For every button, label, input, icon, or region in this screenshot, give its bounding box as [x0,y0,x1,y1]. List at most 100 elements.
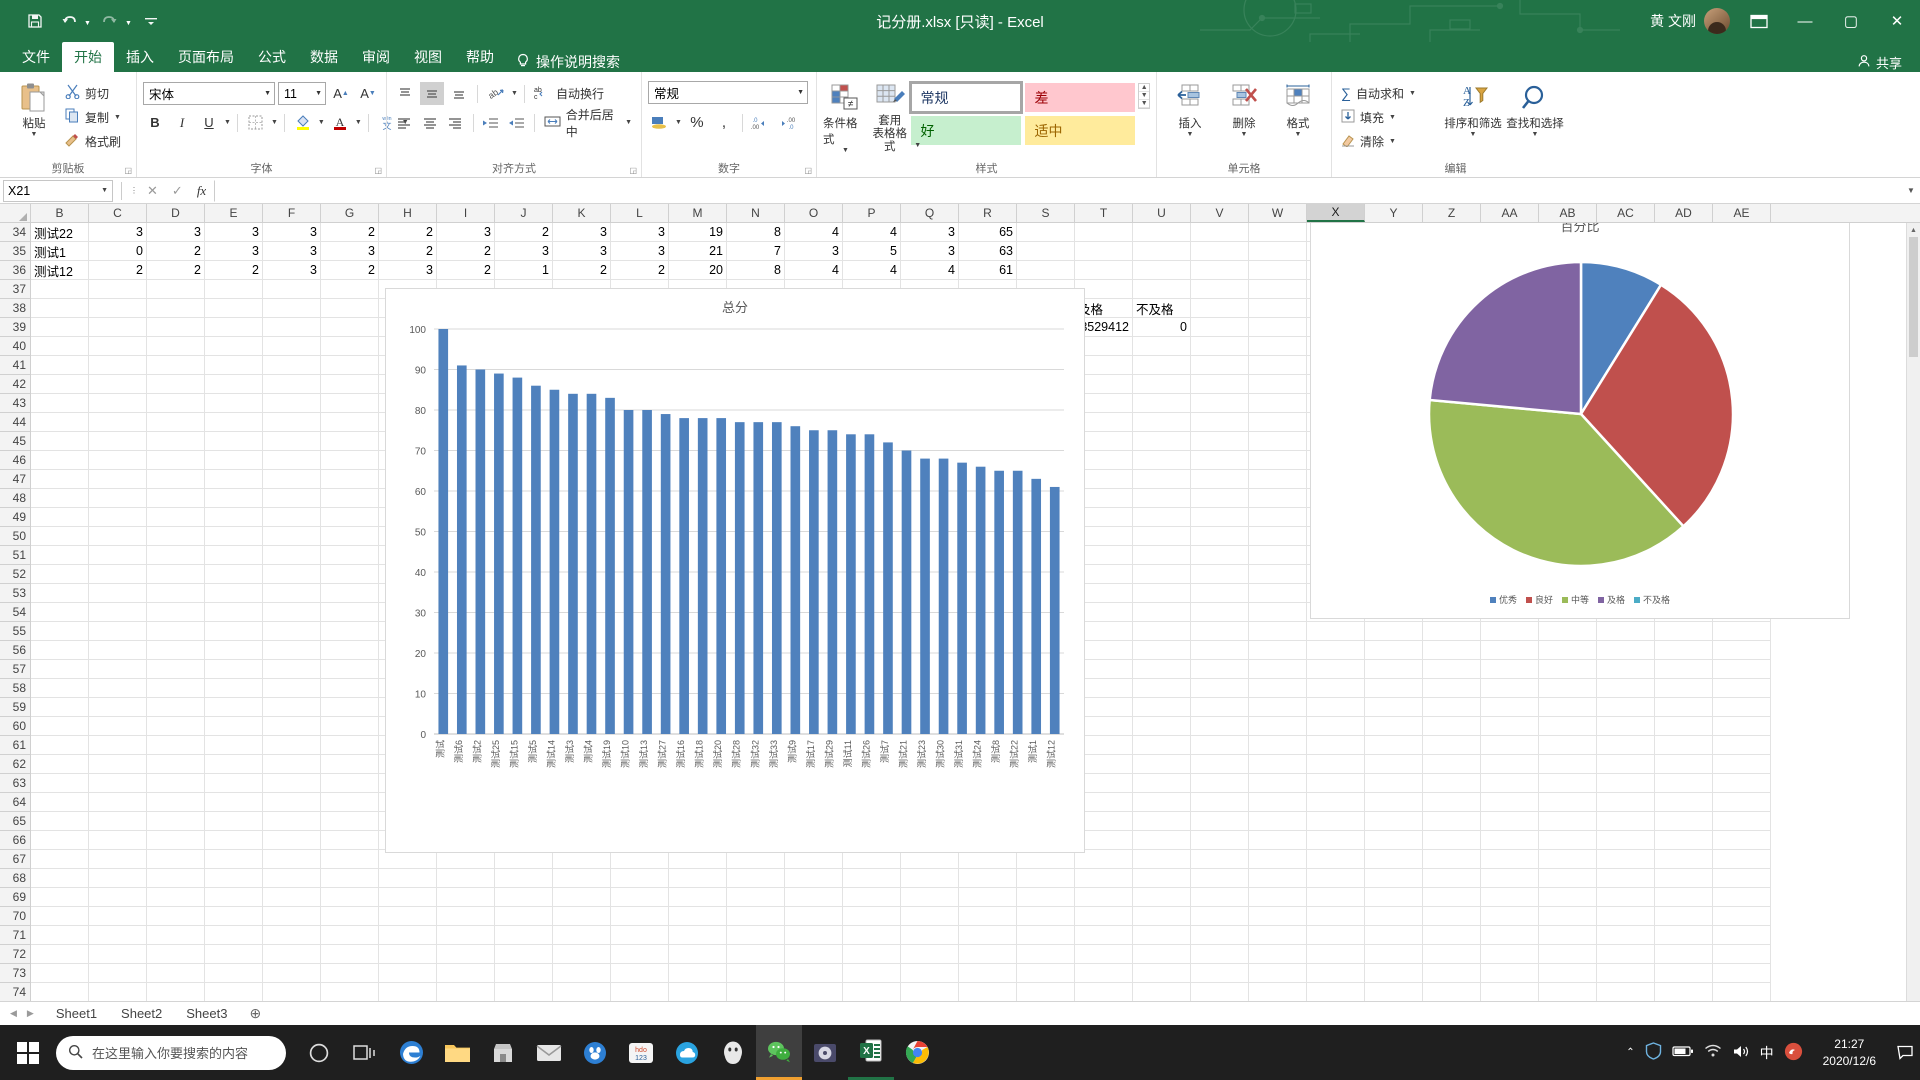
cell-X63[interactable] [1307,774,1365,793]
cell-AB56[interactable] [1539,641,1597,660]
cell-H34[interactable]: 2 [379,223,437,242]
row-header-38[interactable]: 38 [0,299,30,318]
column-header-aa[interactable]: AA [1481,204,1539,222]
cell-O69[interactable] [785,888,843,907]
cell-G63[interactable] [321,774,379,793]
cell-H74[interactable] [379,983,437,1002]
cell-W50[interactable] [1249,527,1307,546]
cell-F72[interactable] [263,945,321,964]
cell-E64[interactable] [205,793,263,812]
row-header-74[interactable]: 74 [0,983,30,1002]
cell-C63[interactable] [89,774,147,793]
column-header-s[interactable]: S [1017,204,1075,222]
row-header-70[interactable]: 70 [0,907,30,926]
cell-T34[interactable] [1075,223,1133,242]
scroll-thumb[interactable] [1909,237,1918,357]
cell-B38[interactable] [31,299,89,318]
excel-icon[interactable]: X [848,1025,894,1080]
cell-C40[interactable] [89,337,147,356]
cell-style-neutral[interactable]: 适中 [1025,116,1136,145]
cancel-edit-icon[interactable]: ✕ [147,183,158,199]
tab-review[interactable]: 审阅 [350,42,402,72]
cell-G68[interactable] [321,869,379,888]
cell-AD56[interactable] [1655,641,1713,660]
cell-C58[interactable] [89,679,147,698]
table-row[interactable] [31,983,1920,1002]
cell-styles-gallery[interactable]: 常规 差 好 适中 [909,79,1136,145]
chart-object-pie[interactable]: 百分比 优秀 良好 中等 及格 不及格 [1310,223,1850,619]
tab-help[interactable]: 帮助 [454,42,506,72]
avatar[interactable] [1704,8,1730,34]
cell-F38[interactable] [263,299,321,318]
cell-Y73[interactable] [1365,964,1423,983]
row-header-44[interactable]: 44 [0,413,30,432]
cell-Z65[interactable] [1423,812,1481,831]
cell-U68[interactable] [1133,869,1191,888]
cell-F58[interactable] [263,679,321,698]
cell-W36[interactable] [1249,261,1307,280]
cell-AD61[interactable] [1655,736,1713,755]
cell-W38[interactable] [1249,299,1307,318]
cell-G59[interactable] [321,698,379,717]
cell-C65[interactable] [89,812,147,831]
cell-AD65[interactable] [1655,812,1713,831]
cell-B41[interactable] [31,356,89,375]
cell-AD63[interactable] [1655,774,1713,793]
cell-V67[interactable] [1191,850,1249,869]
cell-U42[interactable] [1133,375,1191,394]
cell-D62[interactable] [147,755,205,774]
cell-X67[interactable] [1307,850,1365,869]
cell-C57[interactable] [89,660,147,679]
cell-B44[interactable] [31,413,89,432]
cell-D71[interactable] [147,926,205,945]
cell-K70[interactable] [553,907,611,926]
cell-M69[interactable] [669,888,727,907]
cell-K73[interactable] [553,964,611,983]
cell-Z69[interactable] [1423,888,1481,907]
cell-Y74[interactable] [1365,983,1423,1002]
cell-Y69[interactable] [1365,888,1423,907]
cell-Z56[interactable] [1423,641,1481,660]
cell-F49[interactable] [263,508,321,527]
cell-U53[interactable] [1133,584,1191,603]
cell-G46[interactable] [321,451,379,470]
cell-AD66[interactable] [1655,831,1713,850]
cell-U35[interactable] [1133,242,1191,261]
cell-V68[interactable] [1191,869,1249,888]
find-select-dropdown-icon[interactable]: ▼ [1532,131,1539,138]
name-box[interactable]: X21 ▼ [3,179,113,202]
cell-U50[interactable] [1133,527,1191,546]
cell-G56[interactable] [321,641,379,660]
cell-D48[interactable] [147,489,205,508]
cell-E57[interactable] [205,660,263,679]
cell-P71[interactable] [843,926,901,945]
cell-D35[interactable]: 2 [147,242,205,261]
cell-B35[interactable]: 测试1 [31,242,89,261]
fill-color-icon[interactable] [291,111,315,134]
cell-O74[interactable] [785,983,843,1002]
align-middle-icon[interactable] [420,82,444,105]
cell-AE57[interactable] [1713,660,1771,679]
cell-B49[interactable] [31,508,89,527]
find-select-button[interactable]: 查找和选择 ▼ [1504,79,1566,138]
cell-AC58[interactable] [1597,679,1655,698]
row-header-43[interactable]: 43 [0,394,30,413]
cell-V59[interactable] [1191,698,1249,717]
row-header-39[interactable]: 39 [0,318,30,337]
share-button[interactable]: 共享 [1857,53,1920,72]
cell-Z58[interactable] [1423,679,1481,698]
cell-U55[interactable] [1133,622,1191,641]
cell-Z74[interactable] [1423,983,1481,1002]
cell-E36[interactable]: 2 [205,261,263,280]
cell-AB70[interactable] [1539,907,1597,926]
cell-H73[interactable] [379,964,437,983]
cell-K36[interactable]: 2 [553,261,611,280]
cell-B63[interactable] [31,774,89,793]
row-header-40[interactable]: 40 [0,337,30,356]
cell-U34[interactable] [1133,223,1191,242]
column-header-q[interactable]: Q [901,204,959,222]
autosum-button[interactable]: ∑ 自动求和 ▼ [1338,81,1442,105]
align-left-icon[interactable] [393,111,416,134]
cell-AA62[interactable] [1481,755,1539,774]
cell-Z60[interactable] [1423,717,1481,736]
